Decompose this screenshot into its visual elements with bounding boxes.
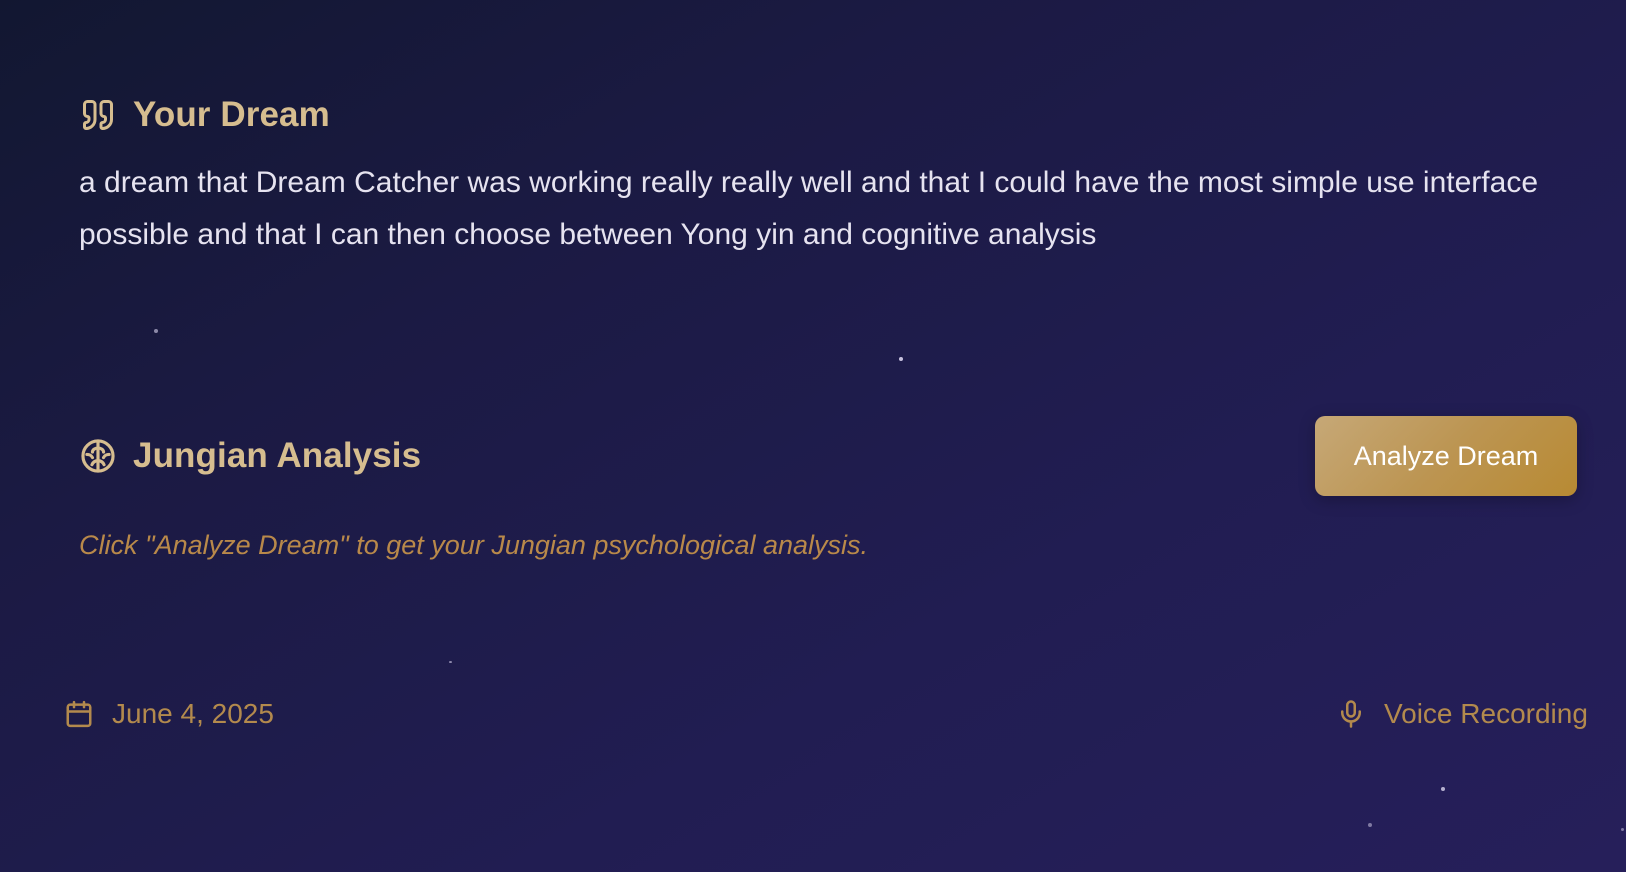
recording-source: Voice Recording	[1336, 698, 1588, 730]
brain-icon	[79, 437, 117, 475]
analysis-heading-title: Jungian Analysis	[133, 436, 422, 475]
quote-icon	[79, 96, 117, 134]
analysis-section: Jungian Analysis	[79, 436, 421, 476]
calendar-icon	[64, 699, 94, 729]
dream-date: June 4, 2025	[64, 698, 274, 730]
analysis-heading: Jungian Analysis	[79, 436, 421, 476]
star-decoration	[1621, 828, 1624, 831]
dream-text: a dream that Dream Catcher was working r…	[79, 166, 1538, 251]
star-decoration	[1368, 823, 1372, 827]
dream-date-text: June 4, 2025	[112, 698, 274, 729]
star-decoration	[899, 357, 903, 361]
star-decoration	[1441, 787, 1445, 791]
analysis-hint: Click "Analyze Dream" to get your Jungia…	[79, 530, 869, 560]
analyze-dream-button[interactable]: Analyze Dream	[1315, 416, 1577, 496]
star-decoration	[449, 661, 452, 663]
dream-heading-title: Your Dream	[133, 95, 330, 134]
microphone-icon	[1336, 699, 1366, 729]
recording-source-text: Voice Recording	[1384, 698, 1588, 729]
dream-section: Your Dream a dream that Dream Catcher wa…	[79, 95, 1559, 261]
star-decoration	[154, 329, 158, 333]
dream-heading: Your Dream	[79, 95, 1559, 135]
